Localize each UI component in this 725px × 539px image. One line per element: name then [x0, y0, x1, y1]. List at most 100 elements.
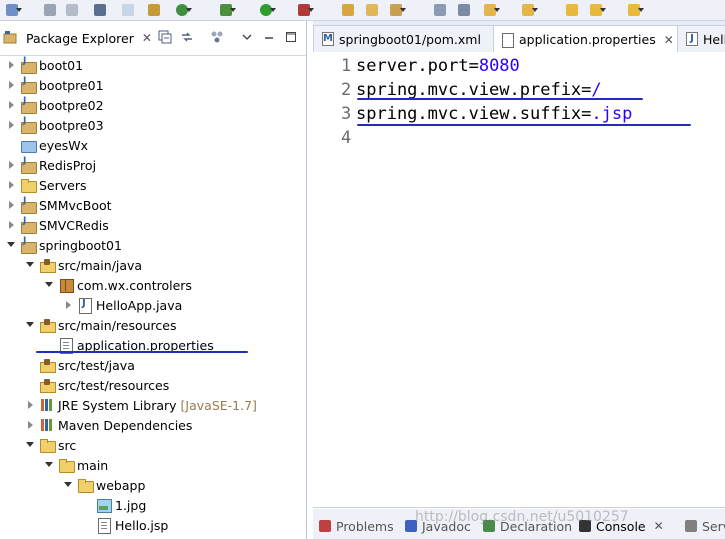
collapsed-arrow-icon[interactable] [6, 220, 16, 230]
open-folder-icon[interactable] [364, 2, 380, 18]
tree-item[interactable]: SMMvcBoot [6, 195, 112, 215]
tree-item[interactable]: bootpre02 [6, 95, 104, 115]
tree-item[interactable]: com.wx.controlers [44, 275, 192, 295]
collapsed-arrow-icon[interactable] [6, 200, 16, 210]
tree-item[interactable]: main [44, 455, 108, 475]
back-icon[interactable] [564, 2, 580, 18]
collapsed-arrow-icon[interactable] [63, 300, 73, 310]
nav-up-icon[interactable] [520, 2, 538, 18]
problems-icon [319, 520, 331, 532]
tree-item[interactable]: bootpre01 [6, 75, 104, 95]
tree-item[interactable]: src [25, 435, 76, 455]
link-editor-icon[interactable] [180, 30, 194, 44]
save-all-icon[interactable] [64, 2, 80, 18]
line-number: 1 [341, 56, 352, 76]
build-icon[interactable] [174, 2, 192, 18]
image-icon [96, 497, 112, 513]
tree-item[interactable]: Hello.jsp [82, 515, 168, 535]
tab-pom-xml[interactable]: springboot01/pom.xml [313, 25, 501, 52]
tree-item-label: bootpre03 [39, 117, 104, 133]
view-menu-icon[interactable] [240, 30, 254, 44]
tree-item[interactable]: src/main/java [25, 255, 142, 275]
edit-icon[interactable] [388, 2, 406, 18]
expanded-arrow-icon[interactable] [25, 440, 35, 450]
stop-icon[interactable] [296, 2, 314, 18]
forward-icon[interactable] [626, 2, 644, 18]
close-icon[interactable]: ✕ [664, 33, 674, 47]
tree-item[interactable]: RedisProj [6, 155, 96, 175]
tree-item[interactable]: eyesWx [6, 135, 88, 155]
print-icon[interactable] [92, 2, 108, 18]
minimize-icon[interactable] [262, 30, 276, 44]
main-toolbar [0, 0, 725, 21]
structure-icon[interactable] [456, 2, 472, 18]
tab-servers[interactable]: Serve [685, 515, 725, 537]
collapsed-arrow-icon[interactable] [6, 100, 16, 110]
maximize-icon[interactable] [284, 30, 298, 44]
handwritten-underline [357, 98, 643, 100]
collapsed-arrow-icon[interactable] [6, 60, 16, 70]
tree-item-label: 1.jpg [115, 497, 147, 513]
tab-package-explorer[interactable]: Package Explorer ✕ [0, 25, 152, 51]
watermark: http://blog.csdn.net/u5010257 [415, 509, 629, 525]
line-number: 3 [341, 104, 352, 124]
collapsed-arrow-icon[interactable] [6, 80, 16, 90]
tree-item[interactable]: 1.jpg [82, 495, 146, 515]
collapsed-arrow-icon[interactable] [25, 400, 35, 410]
expanded-arrow-icon[interactable] [25, 320, 35, 330]
filter-icon[interactable] [210, 30, 224, 44]
forward-icon[interactable] [588, 2, 606, 18]
collapsed-arrow-icon[interactable] [25, 420, 35, 430]
close-icon[interactable]: ✕ [142, 31, 152, 45]
nav-down-icon[interactable] [482, 2, 500, 18]
tree-item[interactable]: springboot01 [6, 235, 122, 255]
tree-item[interactable]: Servers [6, 175, 87, 195]
folder-icon [77, 477, 94, 493]
project-icon [20, 156, 37, 174]
tree-item[interactable]: JRE System Library [JavaSE-1.7] [25, 395, 257, 415]
tree-item[interactable]: boot01 [6, 55, 83, 75]
code-line: server.port=8080 [356, 54, 520, 78]
collapsed-arrow-icon[interactable] [6, 120, 16, 130]
expanded-arrow-icon[interactable] [44, 460, 54, 470]
search-icon[interactable] [120, 2, 136, 18]
new-icon[interactable] [4, 2, 22, 18]
property-key: spring.mvc.view.suffix= [356, 104, 592, 124]
tab-label: springboot01/pom.xml [339, 31, 481, 47]
tree-item[interactable]: Maven Dependencies [25, 415, 192, 435]
expanded-arrow-icon[interactable] [6, 240, 16, 250]
collapsed-arrow-icon[interactable] [6, 160, 16, 170]
tree-item[interactable]: src/main/resources [25, 315, 176, 335]
line-number: 2 [341, 80, 352, 100]
code-editor[interactable]: 1 2 3 4 server.port=8080 spring.mvc.view… [313, 52, 725, 508]
run-debug-icon[interactable] [146, 2, 162, 18]
open-type-icon[interactable] [340, 2, 356, 18]
collapse-all-icon[interactable] [158, 30, 172, 44]
folder-icon [20, 137, 37, 153]
tree-item[interactable]: bootpre03 [6, 115, 104, 135]
expanded-arrow-icon[interactable] [25, 260, 35, 270]
java-file-icon [77, 297, 93, 314]
tree-item[interactable]: SMVCRedis [6, 215, 109, 235]
close-icon[interactable]: ✕ [654, 519, 664, 533]
library-icon [39, 417, 55, 433]
tab-hello[interactable]: Hello [677, 25, 725, 52]
tab-problems[interactable]: Problems [319, 515, 394, 537]
folder-icon [20, 177, 37, 193]
tree-item[interactable]: HelloApp.java [63, 295, 182, 315]
tab-application-properties[interactable]: application.properties ✕ [493, 25, 689, 53]
tree-item[interactable]: webapp [63, 475, 145, 495]
tab-label: Problems [336, 518, 394, 534]
collapsed-arrow-icon[interactable] [6, 180, 16, 190]
tree-item[interactable]: src/test/java [25, 355, 135, 375]
expanded-arrow-icon[interactable] [44, 280, 54, 290]
project-icon [20, 116, 37, 134]
handwritten-underline [36, 351, 248, 353]
expanded-arrow-icon[interactable] [63, 480, 73, 490]
run-icon[interactable] [258, 2, 276, 18]
save-icon[interactable] [42, 2, 58, 18]
list-icon[interactable] [432, 2, 448, 18]
tree-item[interactable]: src/test/resources [25, 375, 169, 395]
run-debug-icon[interactable] [218, 2, 236, 18]
